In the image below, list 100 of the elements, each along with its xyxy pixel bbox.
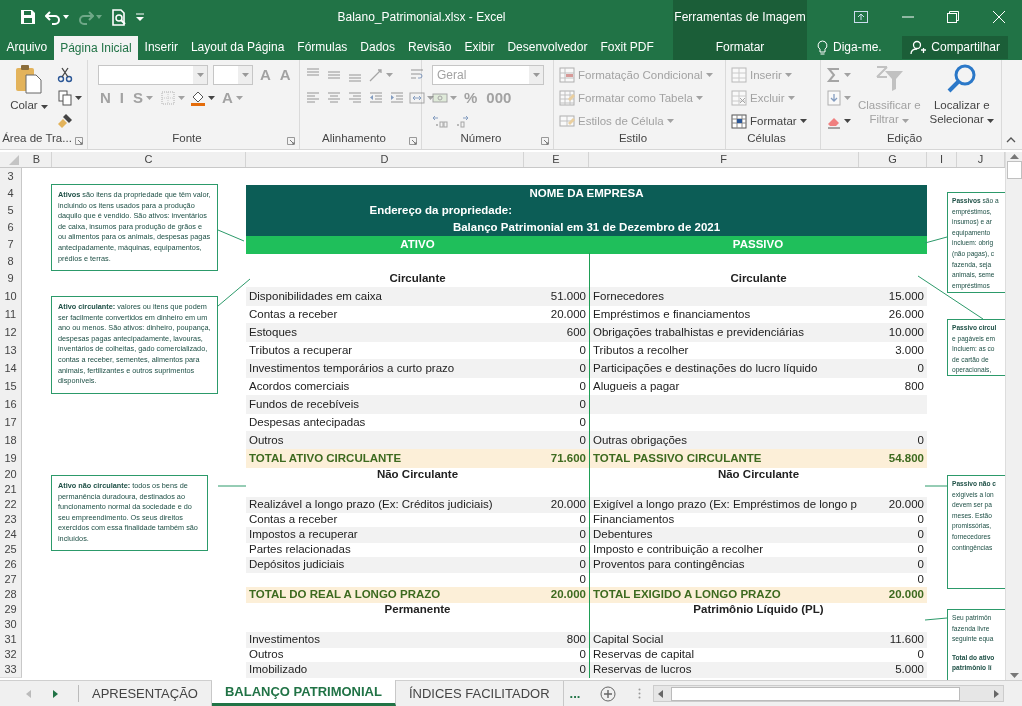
row-number[interactable]: 32 (0, 647, 22, 663)
ribbon-tab[interactable]: Inserir (138, 34, 185, 60)
sheet-tab[interactable]: APRESENTAÇÃO (79, 681, 212, 706)
restore-icon[interactable] (947, 11, 960, 23)
caret-icon[interactable] (208, 95, 216, 100)
search-icon[interactable] (945, 63, 978, 95)
ribbon-tab[interactable]: Foxit PDF (593, 34, 661, 60)
redo-icon[interactable] (78, 9, 94, 25)
ribbon-tab[interactable]: Dados (353, 34, 402, 60)
table-cell: Obrigações trabalhistas e previdenciárias (589, 323, 859, 342)
table-cell: 20.000 (524, 587, 589, 603)
undo-icon[interactable] (45, 9, 61, 25)
splitter-icon[interactable] (638, 688, 642, 699)
dialog-launcher-icon[interactable] (409, 137, 417, 145)
row-number[interactable]: 25 (0, 542, 22, 558)
caret-icon[interactable] (844, 118, 851, 123)
clipboard-icon[interactable] (13, 63, 45, 95)
scroll-thumb[interactable] (671, 686, 960, 701)
horizontal-scrollbar[interactable] (653, 685, 1004, 702)
ribbon-button[interactable]: Localizar e Selecionar (927, 63, 996, 132)
row-number[interactable]: 29 (0, 602, 22, 618)
scissors-icon[interactable] (57, 66, 73, 83)
sheet-tab[interactable]: ÍNDICES FACILITADOR (395, 681, 564, 706)
paint-bucket-icon[interactable] (190, 89, 207, 106)
dialog-launcher-icon[interactable] (75, 137, 83, 145)
row-number[interactable]: 33 (0, 662, 22, 678)
dialog-launcher-icon[interactable] (541, 137, 549, 145)
row-number[interactable]: 9 (0, 270, 22, 288)
scroll-thumb[interactable] (1006, 161, 1022, 179)
caret-icon[interactable] (987, 119, 994, 123)
table-cell: Capital Social (589, 632, 859, 648)
scroll-down-icon[interactable] (1009, 673, 1019, 678)
column-header[interactable]: E (524, 152, 589, 167)
row-number[interactable]: 22 (0, 497, 22, 513)
row-number[interactable]: 28 (0, 587, 22, 603)
caret-icon[interactable] (40, 105, 48, 109)
ribbon-tab[interactable]: Arquivo (0, 34, 54, 60)
ribbon-button[interactable]: Formatar (731, 112, 807, 129)
ribbon-tab[interactable]: Layout da Página (184, 34, 291, 60)
row-number[interactable]: 8 (0, 253, 22, 271)
scroll-left-icon[interactable] (658, 689, 664, 698)
table-cell: 51.000 (524, 287, 589, 306)
more-sheets-button[interactable]: ... (563, 681, 587, 706)
row-number[interactable]: 4 (0, 185, 22, 203)
ribbon-tab[interactable]: Desenvolvedor (500, 34, 594, 60)
column-header[interactable]: C (52, 152, 246, 167)
ribbon-tab[interactable]: Revisão (401, 34, 458, 60)
row-number[interactable]: 7 (0, 236, 22, 254)
row-number[interactable]: 5 (0, 202, 22, 220)
row-number[interactable]: 24 (0, 527, 22, 543)
table-cell-text: Despesas antecipadas (248, 415, 367, 430)
scroll-right-icon[interactable] (53, 689, 58, 698)
caret-icon[interactable] (75, 95, 82, 100)
lightbulb-icon (817, 39, 828, 55)
column-header[interactable]: I (927, 152, 957, 167)
ribbon-tab[interactable]: Fórmulas (290, 34, 354, 60)
tell-me-button[interactable]: Diga-me. (815, 36, 884, 58)
table-cell-text: 0 (578, 542, 587, 557)
customize-icon[interactable] (136, 13, 144, 21)
share-button[interactable]: Compartilhar (902, 35, 1008, 59)
row-number[interactable]: 26 (0, 557, 22, 573)
vertical-scrollbar[interactable] (1005, 152, 1022, 680)
row-number[interactable]: 21 (0, 482, 22, 498)
print-preview-icon[interactable] (111, 8, 127, 26)
caret-icon[interactable] (63, 15, 69, 19)
caret-icon[interactable] (799, 118, 807, 123)
collapse-ribbon-icon[interactable] (1006, 137, 1016, 143)
table-cell: 20.000 (859, 587, 927, 603)
ribbon-tab[interactable]: Exibir (457, 34, 501, 60)
scroll-right-icon[interactable] (994, 689, 999, 698)
close-icon[interactable] (993, 11, 1006, 23)
save-icon[interactable] (20, 9, 36, 25)
add-sheet-icon[interactable] (600, 685, 617, 702)
row-number[interactable]: 20 (0, 467, 22, 483)
ribbon-display-icon[interactable] (853, 11, 868, 23)
table-cell: 20.000 (524, 497, 589, 513)
section-title: Não Circulante (375, 467, 460, 482)
sheet-tab[interactable]: BALANÇO PATRIMONIAL (211, 680, 396, 706)
section-title: Circulante (388, 271, 447, 286)
row-number[interactable]: 31 (0, 632, 22, 648)
scroll-up-icon[interactable] (1009, 154, 1019, 159)
column-header[interactable]: G (859, 152, 927, 167)
format-cells-icon[interactable] (731, 112, 747, 129)
group-label: Área de Tra... (1, 132, 73, 146)
copy-icon[interactable] (57, 89, 73, 106)
row-number[interactable]: 6 (0, 219, 22, 237)
brush-icon[interactable] (57, 112, 73, 129)
row-number[interactable]: 30 (0, 617, 22, 633)
table-cell: 0 (859, 557, 927, 573)
dialog-launcher-icon[interactable] (287, 137, 295, 145)
row-number[interactable]: 3 (0, 168, 22, 186)
ribbon-tab[interactable]: Formatar (673, 34, 807, 60)
ribbon-button[interactable]: Colar (5, 63, 53, 132)
column-header[interactable]: F (589, 152, 859, 167)
column-header[interactable]: D (246, 152, 524, 167)
row-number[interactable]: 27 (0, 572, 22, 588)
row-number[interactable]: 23 (0, 512, 22, 528)
table-cell-text: 0 (578, 415, 587, 430)
ribbon-tab[interactable]: Página Inicial (53, 36, 139, 60)
column-header[interactable]: B (22, 152, 52, 167)
